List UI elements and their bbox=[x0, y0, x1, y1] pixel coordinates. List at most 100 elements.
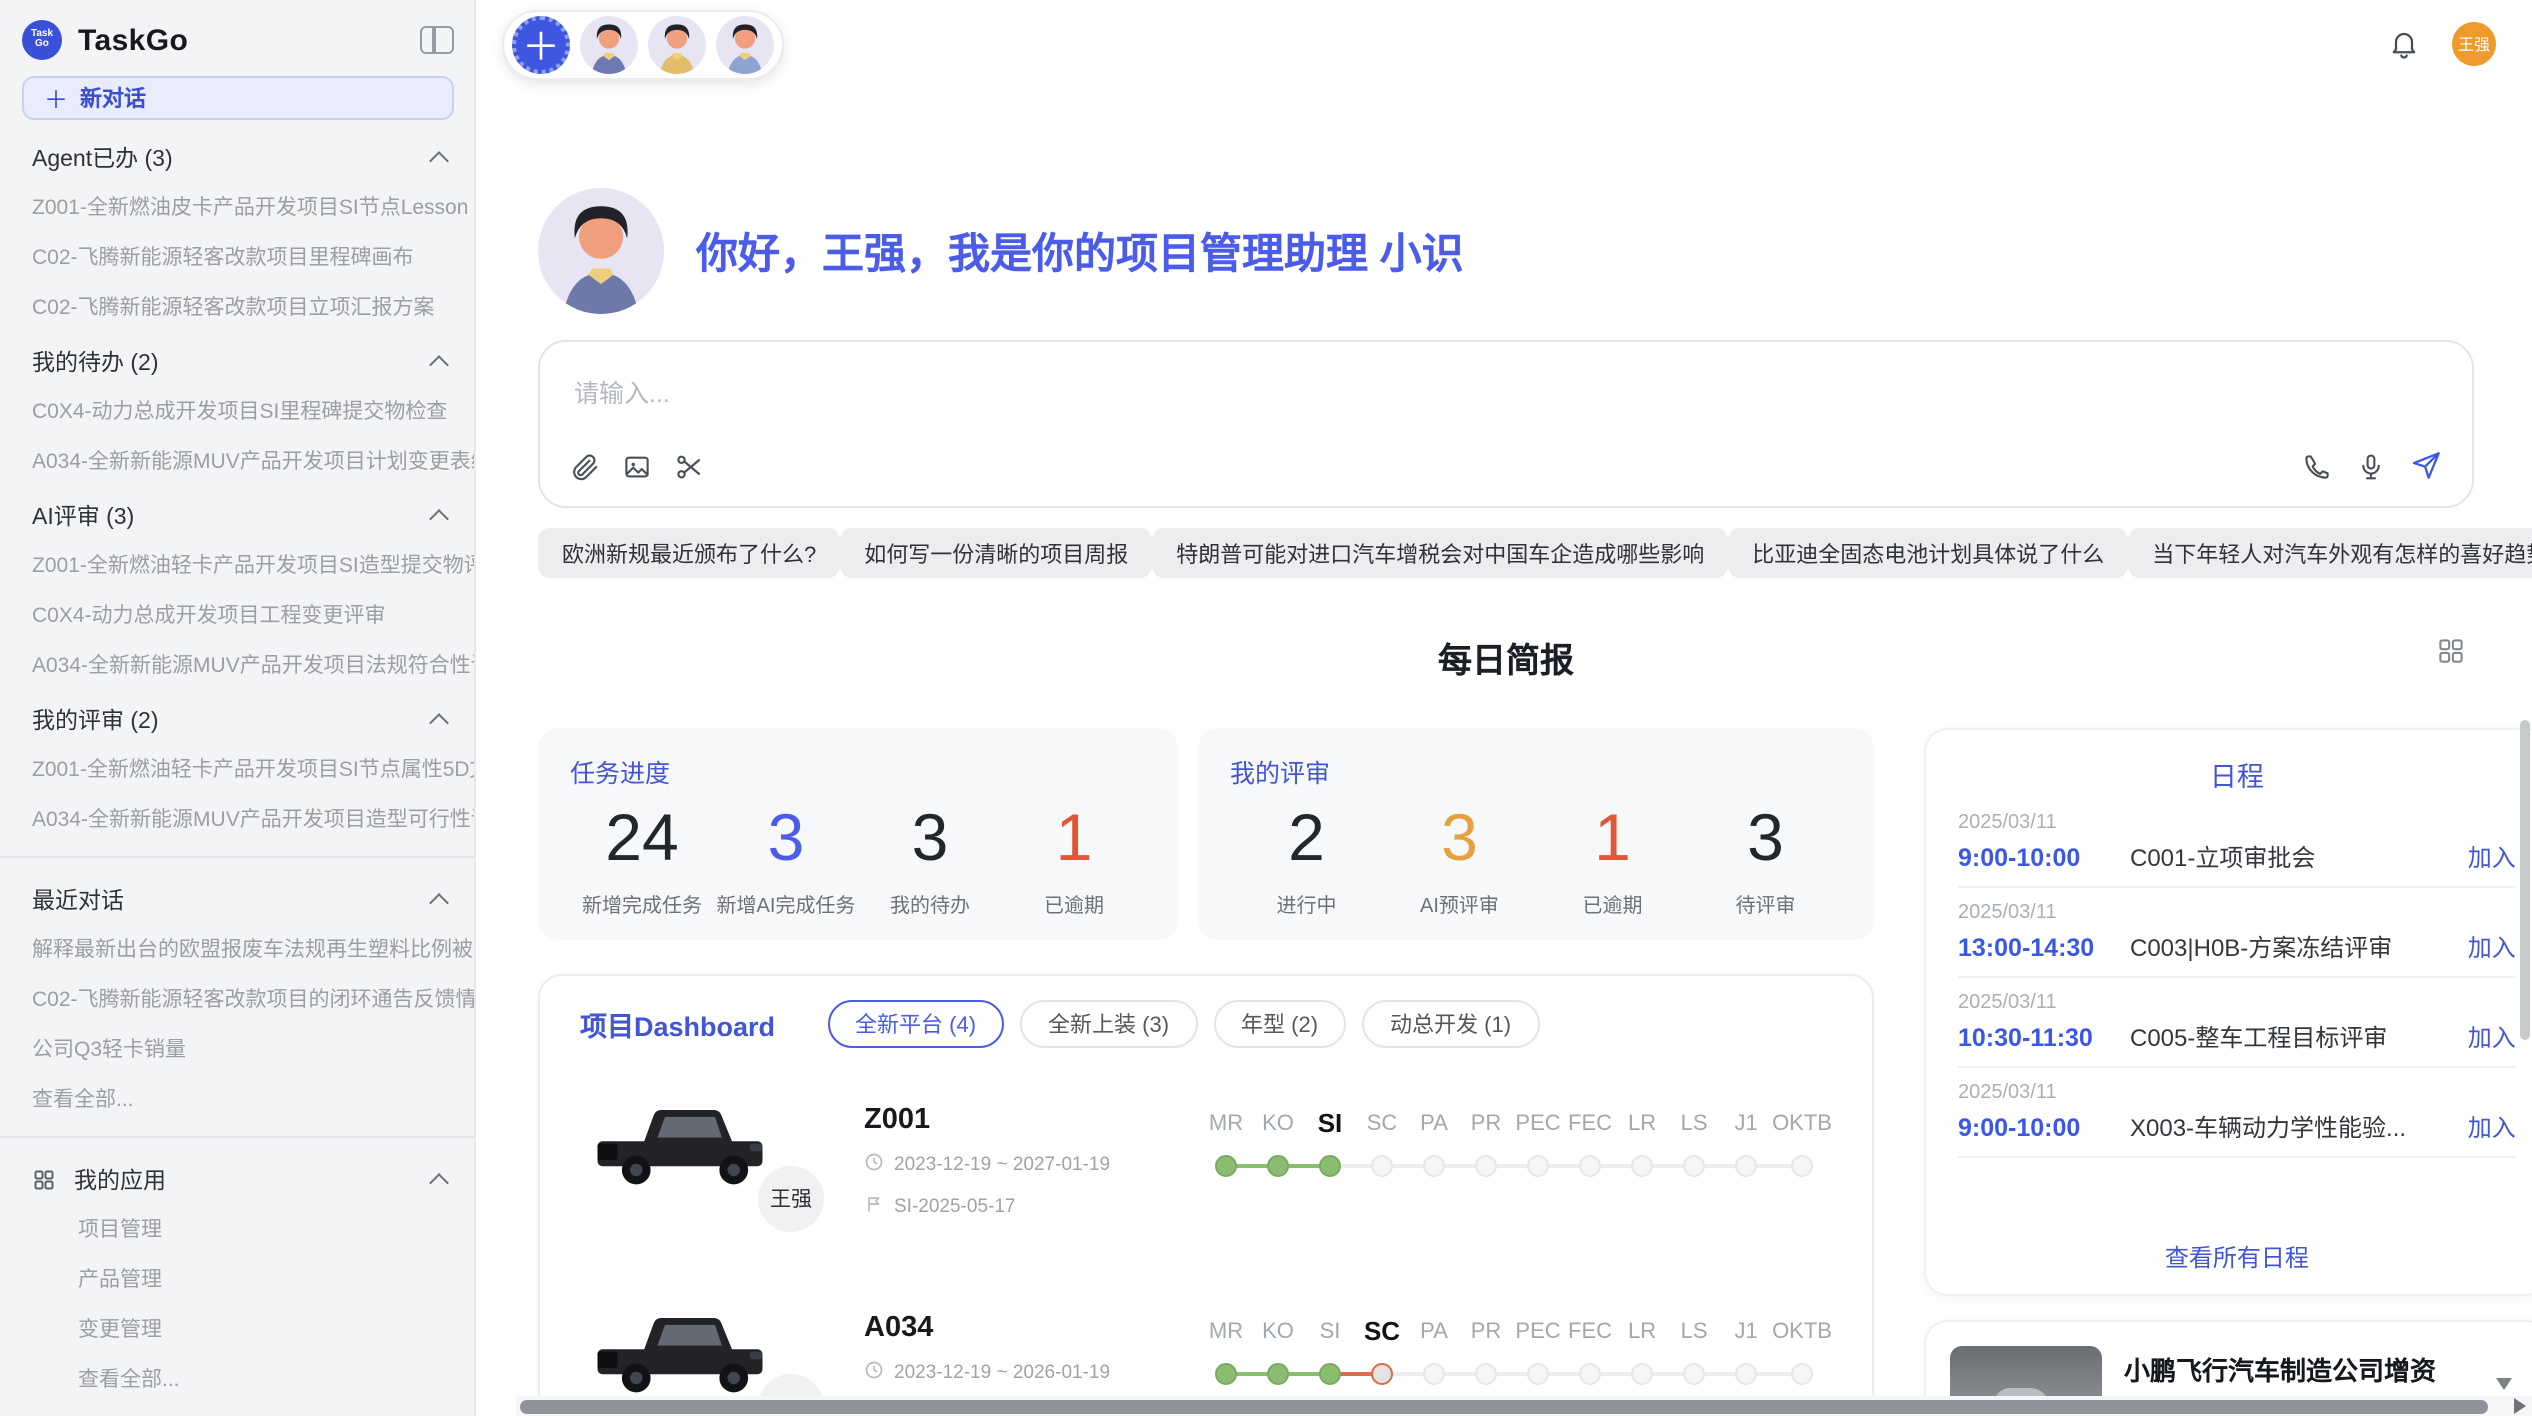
stat-label: 已逾期 bbox=[1002, 888, 1146, 918]
sidebar-item[interactable]: Z001-全新燃油皮卡产品开发项目SI节点Lesson Learn报告 bbox=[0, 182, 474, 232]
stat-value: 3 bbox=[1383, 798, 1536, 878]
join-link[interactable]: 加入 bbox=[2468, 930, 2516, 964]
composer-left-icons bbox=[570, 452, 704, 482]
suggestion-chip[interactable]: 如何写一份清晰的项目周报 bbox=[840, 528, 1152, 578]
scissors-icon[interactable] bbox=[674, 452, 704, 482]
assistant-avatar bbox=[538, 188, 664, 314]
suggestion-chip[interactable]: 比亚迪全固态电池计划具体说了什么 bbox=[1728, 528, 2128, 578]
scroll-right-arrow[interactable] bbox=[2514, 1398, 2526, 1414]
send-icon[interactable] bbox=[2410, 450, 2442, 482]
sidebar: TaskGo TaskGo ＋ 新对话 Agent已办 (3)Z001-全新燃油… bbox=[0, 0, 476, 1416]
layout-grid-icon[interactable] bbox=[2436, 636, 2466, 666]
milestone: LS bbox=[1668, 1104, 1720, 1188]
milestone-label: SC bbox=[1356, 1104, 1408, 1144]
suggestion-chip[interactable]: 当下年轻人对汽车外观有怎样的喜好趋势 bbox=[2128, 528, 2532, 578]
topbar: ＋ 王强 bbox=[476, 0, 2532, 88]
milestone-label: PEC bbox=[1512, 1312, 1564, 1352]
add-agent-button[interactable]: ＋ bbox=[512, 15, 570, 73]
sidebar-item[interactable]: C02-飞腾新能源轻客改款项目立项汇报方案 bbox=[0, 282, 474, 332]
stat-label: 新增AI完成任务 bbox=[714, 888, 858, 918]
chevron-up-icon bbox=[429, 355, 449, 375]
sidebar-section-header[interactable]: 我的待办 (2) bbox=[0, 332, 474, 386]
user-avatar[interactable]: 王强 bbox=[2452, 22, 2496, 66]
milestone-label: LR bbox=[1616, 1104, 1668, 1144]
sidebar-item[interactable]: Z001-全新燃油轻卡产品开发项目SI造型提交物评审 bbox=[0, 540, 474, 590]
sidebar-item[interactable]: C02-飞腾新能源轻客改款项目里程碑画布 bbox=[0, 232, 474, 282]
mic-icon[interactable] bbox=[2356, 451, 2386, 481]
join-link[interactable]: 加入 bbox=[2468, 1110, 2516, 1144]
collapse-sidebar-icon[interactable] bbox=[420, 26, 454, 54]
paperclip-icon[interactable] bbox=[570, 452, 600, 482]
clock-icon bbox=[864, 1360, 884, 1386]
sidebar-section-header[interactable]: 我的评审 (2) bbox=[0, 690, 474, 744]
stat: 3 新增AI完成任务 bbox=[714, 798, 858, 918]
agent-avatar[interactable] bbox=[648, 15, 706, 73]
new-chat-button[interactable]: ＋ 新对话 bbox=[22, 76, 454, 120]
horizontal-scrollbar-thumb[interactable] bbox=[520, 1399, 2488, 1413]
milestone-label: PA bbox=[1408, 1104, 1460, 1144]
milestone: PEC bbox=[1512, 1312, 1564, 1396]
milestone-label: SI bbox=[1304, 1312, 1356, 1352]
event-date: 2025/03/11 bbox=[1958, 812, 2516, 834]
suggestion-chip[interactable]: 欧洲新规最近颁布了什么? bbox=[538, 528, 840, 578]
milestone: FEC bbox=[1564, 1104, 1616, 1188]
event-title: C003|H0B-方案冻结评审 bbox=[2130, 930, 2468, 964]
recent-chat-item[interactable]: C02-飞腾新能源轻客改款项目的闭环通告反馈情况 bbox=[0, 974, 474, 1024]
recent-chat-item[interactable]: 公司Q3轻卡销量 bbox=[0, 1024, 474, 1074]
dashboard-tab[interactable]: 动总开发 (1) bbox=[1362, 1000, 1539, 1048]
schedule-title: 日程 bbox=[1958, 754, 2516, 794]
project-info: Z001 2023-12-19 ~ 2027-01-19 SI-2025-05-… bbox=[864, 1100, 1184, 1220]
horizontal-scrollbar[interactable] bbox=[516, 1396, 2532, 1416]
stat-card-title: 任务进度 bbox=[570, 752, 1146, 790]
chat-composer[interactable]: 请输入... bbox=[538, 340, 2474, 508]
recent-chat-item[interactable]: 解释最新出台的欧盟报废车法规再生塑料比例被调至15%... bbox=[0, 924, 474, 974]
milestone: PA bbox=[1408, 1312, 1460, 1396]
image-icon[interactable] bbox=[622, 452, 652, 482]
milestone: FEC bbox=[1564, 1312, 1616, 1396]
sidebar-section-header[interactable]: 最近对话 bbox=[0, 870, 474, 924]
notification-bell-icon[interactable] bbox=[2388, 28, 2420, 60]
stat: 24 新增完成任务 bbox=[570, 798, 714, 918]
sidebar-item[interactable]: A034-全新新能源MUV产品开发项目造型可行性评审 bbox=[0, 794, 474, 844]
sidebar-item[interactable]: C0X4-动力总成开发项目SI里程碑提交物检查 bbox=[0, 386, 474, 436]
project-row[interactable]: 王强 Z001 2023-12-19 ~ 2027-01-19 SI-2025-… bbox=[580, 1100, 1832, 1256]
sidebar-section-header[interactable]: Agent已办 (3) bbox=[0, 128, 474, 182]
agent-avatar[interactable] bbox=[580, 15, 638, 73]
schedule-event: 2025/03/11 10:30-11:30 C005-整车工程目标评审 加入 bbox=[1958, 978, 2516, 1068]
join-link[interactable]: 加入 bbox=[2468, 840, 2516, 874]
milestone-label: LS bbox=[1668, 1104, 1720, 1144]
join-link[interactable]: 加入 bbox=[2468, 1020, 2516, 1054]
chevron-up-icon bbox=[429, 509, 449, 529]
dashboard-tab[interactable]: 全新平台 (4) bbox=[827, 1000, 1004, 1048]
event-title: X003-车辆动力学性能验... bbox=[2130, 1110, 2468, 1144]
sidebar-item[interactable]: A034-全新新能源MUV产品开发项目计划变更表编写 bbox=[0, 436, 474, 486]
sidebar-item-folder[interactable]: 我的云空间 bbox=[0, 1404, 474, 1416]
schedule-event: 2025/03/11 13:00-14:30 C003|H0B-方案冻结评审 加… bbox=[1958, 888, 2516, 978]
view-all-link[interactable]: 查看全部... bbox=[0, 1354, 474, 1404]
chevron-up-icon bbox=[429, 893, 449, 913]
view-all-schedule-link[interactable]: 查看所有日程 bbox=[1958, 1240, 2516, 1274]
sidebar-item-my-apps[interactable]: 我的应用 bbox=[0, 1150, 474, 1204]
milestone-dot bbox=[1267, 1363, 1289, 1385]
sidebar-section-header[interactable]: AI评审 (3) bbox=[0, 486, 474, 540]
sidebar-item[interactable]: A034-全新新能源MUV产品开发项目法规符合性评审 bbox=[0, 640, 474, 690]
suggestion-chip[interactable]: 特朗普可能对进口汽车增税会对中国车企造成哪些影响 bbox=[1152, 528, 1728, 578]
dashboard-tab[interactable]: 全新上装 (3) bbox=[1020, 1000, 1197, 1048]
milestone: SI bbox=[1304, 1312, 1356, 1396]
app-item[interactable]: 产品管理 bbox=[0, 1254, 474, 1304]
view-all-link[interactable]: 查看全部... bbox=[0, 1074, 474, 1124]
milestone-label: LS bbox=[1668, 1312, 1720, 1352]
phone-icon[interactable] bbox=[2302, 451, 2332, 481]
event-date: 2025/03/11 bbox=[1958, 1082, 2516, 1104]
sidebar-item[interactable]: Z001-全新燃油轻卡产品开发项目SI节点属性5D文件评审 bbox=[0, 744, 474, 794]
agent-avatar-pill: ＋ bbox=[502, 9, 784, 79]
sidebar-item[interactable]: C0X4-动力总成开发项目工程变更评审 bbox=[0, 590, 474, 640]
milestone-dot bbox=[1735, 1155, 1757, 1177]
scroll-down-arrow[interactable] bbox=[2496, 1378, 2512, 1390]
app-item[interactable]: 变更管理 bbox=[0, 1304, 474, 1354]
vertical-scrollbar[interactable] bbox=[2520, 720, 2530, 1040]
agent-avatar[interactable] bbox=[716, 15, 774, 73]
milestone-label: PEC bbox=[1512, 1104, 1564, 1144]
dashboard-tab[interactable]: 年型 (2) bbox=[1213, 1000, 1346, 1048]
app-item[interactable]: 项目管理 bbox=[0, 1204, 474, 1254]
